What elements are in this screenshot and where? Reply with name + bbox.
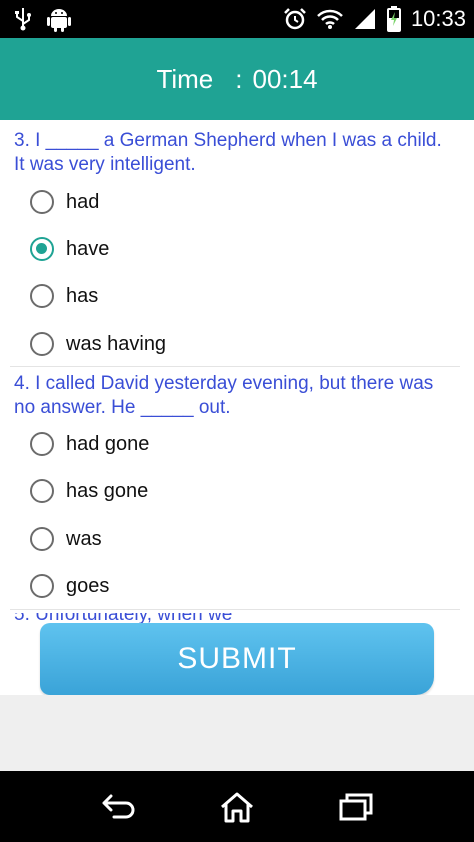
home-icon[interactable] (217, 789, 257, 825)
status-right: 10:33 (283, 4, 466, 34)
option-q3-have[interactable]: have (30, 232, 430, 266)
radio-button[interactable] (30, 574, 54, 598)
radio-button[interactable] (30, 479, 54, 503)
radio-button[interactable] (30, 432, 54, 456)
question-divider (10, 366, 460, 367)
next-question-partial-text: 5. Unfortunately, when we (14, 613, 454, 623)
wifi-icon (317, 8, 343, 30)
alarm-icon (283, 7, 307, 31)
status-time: 10:33 (410, 6, 466, 31)
option-q4-had-gone[interactable]: had gone (30, 427, 430, 461)
recent-apps-icon[interactable] (336, 789, 376, 825)
radio-button[interactable] (30, 284, 54, 308)
radio-button-selected[interactable] (30, 237, 54, 261)
timer-value: 00:14 (252, 63, 318, 94)
question-4-text: 4. I called David yesterday evening, but… (14, 373, 434, 418)
back-icon[interactable] (98, 789, 138, 825)
option-label: had (66, 190, 100, 213)
radio-button[interactable] (30, 332, 54, 356)
option-label: had gone (66, 432, 150, 455)
submit-bar: SUBMIT (0, 623, 474, 695)
battery-charging-icon (386, 6, 401, 32)
bottom-empty-area (0, 695, 474, 771)
app-header: Time : 00:14 (0, 38, 474, 120)
option-q3-had[interactable]: had (30, 185, 430, 219)
option-q3-has[interactable]: has (30, 279, 430, 313)
option-q4-was[interactable]: was (30, 522, 430, 556)
option-q4-has-gone[interactable]: has gone (30, 474, 430, 508)
option-label: was having (66, 332, 167, 355)
status-bar: 10:33 (0, 0, 474, 38)
quiz-content[interactable]: 3. I _____ a German Shepherd when I was … (0, 120, 474, 771)
android-icon (46, 6, 72, 32)
option-q3-was-having[interactable]: was having (30, 327, 430, 361)
option-label: was (66, 527, 102, 550)
status-left (14, 4, 72, 34)
option-label: have (66, 237, 110, 260)
submit-button[interactable]: SUBMIT (40, 623, 434, 695)
question-3-text: 3. I _____ a German Shepherd when I was … (14, 130, 442, 175)
option-label: has (66, 284, 99, 307)
option-label: goes (66, 574, 110, 597)
radio-button[interactable] (30, 190, 54, 214)
next-question-partial: 5. Unfortunately, when we (14, 613, 232, 623)
option-label: has gone (66, 479, 149, 502)
signal-icon (353, 8, 377, 30)
radio-button[interactable] (30, 527, 54, 551)
timer-separator: : (235, 63, 243, 94)
timer-label: Time (156, 63, 214, 94)
usb-icon (14, 7, 32, 31)
option-q4-goes[interactable]: goes (30, 569, 430, 603)
navigation-bar (0, 771, 474, 842)
question-divider (10, 609, 460, 610)
